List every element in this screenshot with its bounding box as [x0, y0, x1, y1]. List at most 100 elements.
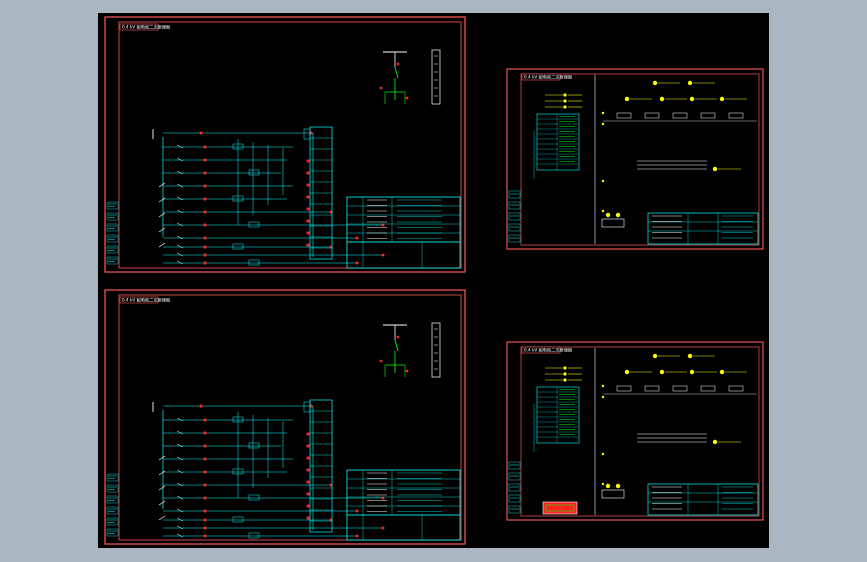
drawing-canvas: 0.4 kV 配电柜二次原理图 0.4 kV 配电柜二次原理图 0.4 kV 配电柜… — [98, 13, 769, 548]
indicator-lamp — [563, 105, 567, 109]
terminal-dot — [379, 359, 383, 363]
sheet-1: 0.4 kV 配电柜二次原理图 — [104, 16, 466, 273]
indicator-lamp — [605, 212, 611, 218]
wire-line — [158, 212, 166, 218]
wire-line — [176, 430, 184, 435]
terminal-dot — [203, 253, 207, 257]
indicator-lamp — [563, 99, 567, 103]
wire-line — [176, 533, 184, 538]
wire-line — [176, 443, 184, 448]
indicator-lamp — [605, 483, 611, 489]
terminal-dot — [203, 261, 207, 265]
terminal-dot — [203, 197, 207, 201]
terminal-dot — [203, 518, 207, 522]
indicator-lamp — [659, 96, 665, 102]
terminal-dot — [396, 335, 400, 339]
terminal-dot — [203, 496, 207, 500]
indicator-lamp — [563, 366, 567, 370]
indicator-lamp — [652, 353, 658, 359]
wire-line — [158, 485, 166, 491]
cad-drawing: 0.4 kV 配电柜二次原理图 0.4 kV 配电柜二次原理图 0.4 kV 配电柜… — [104, 16, 764, 545]
terminal-dot — [306, 432, 310, 436]
terminal-dot — [381, 253, 385, 257]
indicator-lamp — [652, 80, 658, 86]
wire-line — [394, 66, 399, 79]
indicator-lamp — [624, 96, 630, 102]
sheet-title-tag: 0.4 kV 配电柜二次原理图 — [122, 297, 170, 304]
indicator-lamp — [687, 80, 693, 86]
terminal-dot — [306, 480, 310, 484]
wire-line — [176, 222, 184, 227]
terminal-dot — [203, 245, 207, 249]
stamp-box — [542, 501, 578, 515]
terminal-dot — [203, 145, 207, 149]
wire-line — [176, 196, 184, 201]
sheet-3: 0.4 kV 配电柜二次原理图 — [104, 289, 466, 545]
terminal-dot — [306, 243, 310, 247]
terminal-dot — [601, 179, 605, 183]
wire-line — [176, 417, 184, 422]
terminal-dot — [396, 62, 400, 66]
wire-line — [158, 227, 166, 233]
terminal-dot — [203, 184, 207, 188]
terminal-dot — [203, 431, 207, 435]
indicator-lamp — [719, 96, 725, 102]
indicator-lamp — [659, 369, 665, 375]
terminal-dot — [203, 534, 207, 538]
terminal-dot — [203, 526, 207, 530]
wire-line — [158, 470, 166, 476]
terminal-dot — [355, 236, 359, 240]
terminal-dot — [601, 452, 605, 456]
terminal-dot — [355, 261, 359, 265]
indicator-lamp — [689, 369, 695, 375]
wire-line — [176, 469, 184, 474]
terminal-dot — [306, 231, 310, 235]
terminal-dot — [601, 122, 605, 126]
wire-line — [176, 482, 184, 487]
terminal-dot — [203, 444, 207, 448]
indicator-lamp — [624, 369, 630, 375]
terminal-dot — [306, 159, 310, 163]
terminal-dot — [601, 384, 605, 388]
sheet-4: 0.4 kV 配电柜二次原理图 — [506, 341, 764, 521]
terminal-dot — [203, 236, 207, 240]
terminal-dot — [306, 183, 310, 187]
indicator-lamp — [719, 369, 725, 375]
terminal-dot — [203, 457, 207, 461]
wire-line — [176, 183, 184, 188]
terminal-dot — [379, 86, 383, 90]
wire-line — [176, 508, 184, 513]
wire-line — [176, 244, 184, 249]
terminal-dot — [306, 456, 310, 460]
wire-line — [158, 242, 166, 248]
terminal-dot — [203, 158, 207, 162]
sheet-title-tag: 0.4 kV 配电柜二次原理图 — [524, 347, 572, 354]
terminal-dot — [203, 210, 207, 214]
wire-line — [158, 500, 166, 506]
wire-line — [158, 182, 166, 188]
terminal-dot — [203, 223, 207, 227]
wire-line — [176, 209, 184, 214]
wire-line — [176, 157, 184, 162]
terminal-dot — [405, 369, 409, 373]
terminal-dot — [405, 96, 409, 100]
terminal-dot — [355, 534, 359, 538]
terminal-dot — [306, 468, 310, 472]
terminal-dot — [601, 482, 605, 486]
terminal-dot — [306, 219, 310, 223]
indicator-lamp — [563, 378, 567, 382]
terminal-dot — [203, 171, 207, 175]
sheet-title-tag: 0.4 kV 配电柜二次原理图 — [122, 24, 170, 31]
terminal-dot — [355, 509, 359, 513]
indicator-lamp — [615, 483, 621, 489]
wire-line — [158, 515, 166, 521]
terminal-dot — [601, 111, 605, 115]
terminal-dot — [203, 483, 207, 487]
wire-line — [176, 525, 184, 530]
terminal-dot — [203, 509, 207, 513]
wire-line — [158, 455, 166, 461]
terminal-dot — [601, 395, 605, 399]
wire-line — [394, 339, 399, 352]
indicator-lamp — [687, 353, 693, 359]
terminal-dot — [306, 171, 310, 175]
